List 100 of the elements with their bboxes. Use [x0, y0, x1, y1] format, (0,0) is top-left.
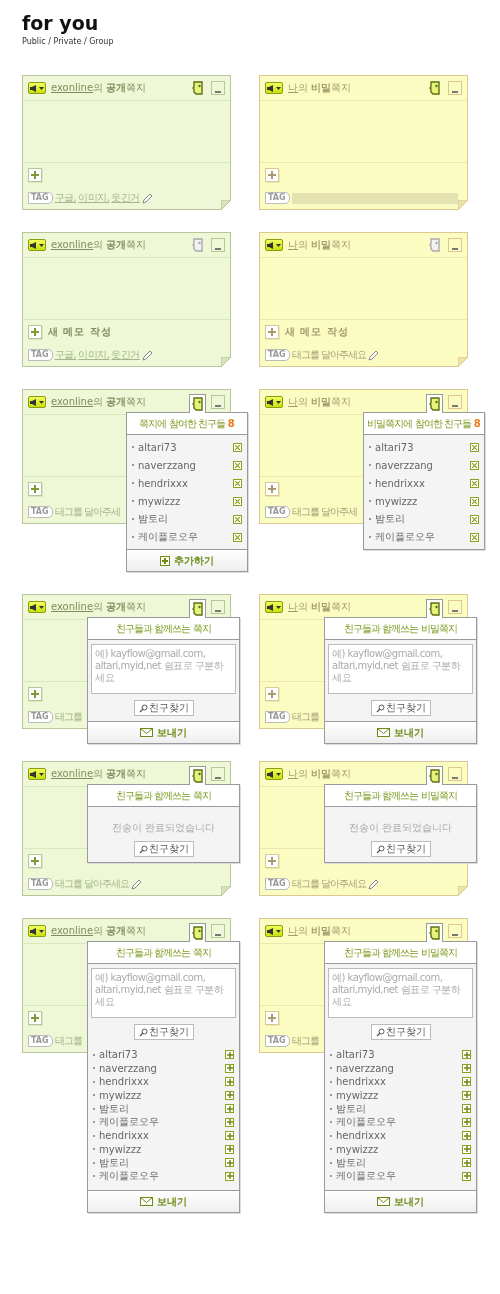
add-button[interactable] — [462, 1171, 471, 1181]
add-button[interactable] — [225, 1104, 234, 1114]
minimize-button[interactable] — [211, 81, 225, 95]
recipients-field[interactable]: 예) kayflow@gmail.com, altari,myid,net 쉼표로 구분하세요 — [328, 644, 473, 694]
minimize-button[interactable] — [211, 767, 225, 781]
send-button[interactable]: 보내기 — [325, 1190, 476, 1212]
owner-link[interactable]: exonline — [51, 239, 94, 250]
add-button[interactable] — [225, 1077, 234, 1087]
minimize-button[interactable] — [448, 238, 462, 252]
new-memo-button[interactable] — [28, 482, 42, 496]
remove-button[interactable] — [233, 442, 242, 452]
minimize-button[interactable] — [211, 238, 225, 252]
tag-link[interactable]: 구글, — [54, 191, 77, 205]
add-button[interactable] — [462, 1131, 471, 1141]
add-button[interactable] — [225, 1131, 234, 1141]
minimize-button[interactable] — [211, 600, 225, 614]
add-button[interactable] — [462, 1104, 471, 1114]
mode-button[interactable] — [265, 239, 283, 251]
send-button[interactable]: 보내기 — [325, 721, 476, 743]
mode-button[interactable] — [28, 601, 46, 613]
owner-link[interactable]: exonline — [51, 925, 94, 936]
friends-button[interactable] — [426, 394, 443, 413]
owner-link[interactable]: exonline — [51, 82, 94, 93]
remove-button[interactable] — [470, 496, 479, 506]
add-button[interactable] — [462, 1144, 471, 1154]
remove-button[interactable] — [470, 532, 479, 542]
friends-button[interactable] — [189, 923, 206, 942]
mode-button[interactable] — [28, 768, 46, 780]
add-button[interactable] — [225, 1171, 234, 1181]
friends-button[interactable] — [426, 923, 443, 942]
tag-input[interactable] — [291, 192, 458, 204]
mode-button[interactable] — [28, 239, 46, 251]
add-button[interactable] — [225, 1144, 234, 1154]
friends-button[interactable] — [189, 394, 206, 413]
tag-link[interactable]: 이미지, — [78, 348, 110, 362]
friends-button[interactable] — [426, 599, 443, 618]
recipients-field[interactable]: 예) kayflow@gmail.com, altari,myid,net 쉼표로 구분하세요 — [91, 644, 236, 694]
add-friend-button[interactable]: 추가하기 — [127, 549, 247, 571]
friends-button[interactable] — [426, 766, 443, 785]
owner-link[interactable]: 나 — [288, 82, 298, 93]
mode-button[interactable] — [265, 82, 283, 94]
find-friends-button[interactable]: 친구찾기 — [133, 1024, 194, 1040]
remove-button[interactable] — [233, 460, 242, 470]
new-memo-button[interactable] — [265, 687, 279, 701]
find-friends-button[interactable]: 친구찾기 — [370, 700, 431, 716]
friends-button[interactable] — [189, 766, 206, 785]
recipients-field[interactable]: 예) kayflow@gmail.com, altari,myid,net 쉼표로 구분하세요 — [328, 968, 473, 1018]
find-friends-button[interactable]: 친구찾기 — [370, 841, 431, 857]
owner-link[interactable]: 나 — [288, 925, 298, 936]
remove-button[interactable] — [233, 514, 242, 524]
add-button[interactable] — [225, 1090, 234, 1100]
new-memo-button[interactable] — [265, 325, 279, 339]
mode-button[interactable] — [265, 768, 283, 780]
mode-button[interactable] — [265, 396, 283, 408]
remove-button[interactable] — [233, 496, 242, 506]
minimize-button[interactable] — [211, 924, 225, 938]
send-button[interactable]: 보내기 — [88, 1190, 239, 1212]
mode-button[interactable] — [28, 82, 46, 94]
add-button[interactable] — [462, 1117, 471, 1127]
friends-button[interactable] — [189, 599, 206, 618]
add-button[interactable] — [225, 1050, 234, 1060]
find-friends-button[interactable]: 친구찾기 — [370, 1024, 431, 1040]
remove-button[interactable] — [470, 514, 479, 524]
add-button[interactable] — [462, 1090, 471, 1100]
minimize-button[interactable] — [448, 81, 462, 95]
new-memo-button[interactable] — [265, 168, 279, 182]
remove-button[interactable] — [470, 460, 479, 470]
new-memo-button[interactable] — [265, 1011, 279, 1025]
minimize-button[interactable] — [448, 767, 462, 781]
remove-button[interactable] — [470, 478, 479, 488]
find-friends-button[interactable]: 친구찾기 — [133, 841, 194, 857]
recipients-field[interactable]: 예) kayflow@gmail.com, altari,myid,net 쉼표로 구분하세요 — [91, 968, 236, 1018]
new-memo-button[interactable] — [28, 168, 42, 182]
add-button[interactable] — [462, 1050, 471, 1060]
mode-button[interactable] — [28, 396, 46, 408]
tag-link[interactable]: 이미지, — [78, 191, 110, 205]
tag-link[interactable]: 웃긴거 — [111, 348, 140, 362]
owner-link[interactable]: 나 — [288, 601, 298, 612]
tag-link[interactable]: 구글, — [54, 348, 77, 362]
owner-link[interactable]: exonline — [51, 396, 94, 407]
owner-link[interactable]: 나 — [288, 239, 298, 250]
minimize-button[interactable] — [448, 924, 462, 938]
mode-button[interactable] — [28, 925, 46, 937]
add-button[interactable] — [462, 1077, 471, 1087]
new-memo-button[interactable] — [28, 854, 42, 868]
new-memo-button[interactable] — [28, 325, 42, 339]
mode-button[interactable] — [265, 925, 283, 937]
new-memo-button[interactable] — [28, 687, 42, 701]
tag-link[interactable]: 웃긴거 — [111, 191, 140, 205]
owner-link[interactable]: 나 — [288, 768, 298, 779]
new-memo-button[interactable] — [265, 854, 279, 868]
add-button[interactable] — [225, 1158, 234, 1168]
minimize-button[interactable] — [448, 395, 462, 409]
add-button[interactable] — [462, 1158, 471, 1168]
remove-button[interactable] — [470, 442, 479, 452]
remove-button[interactable] — [233, 532, 242, 542]
owner-link[interactable]: exonline — [51, 601, 94, 612]
owner-link[interactable]: 나 — [288, 396, 298, 407]
add-button[interactable] — [225, 1117, 234, 1127]
new-memo-button[interactable] — [265, 482, 279, 496]
